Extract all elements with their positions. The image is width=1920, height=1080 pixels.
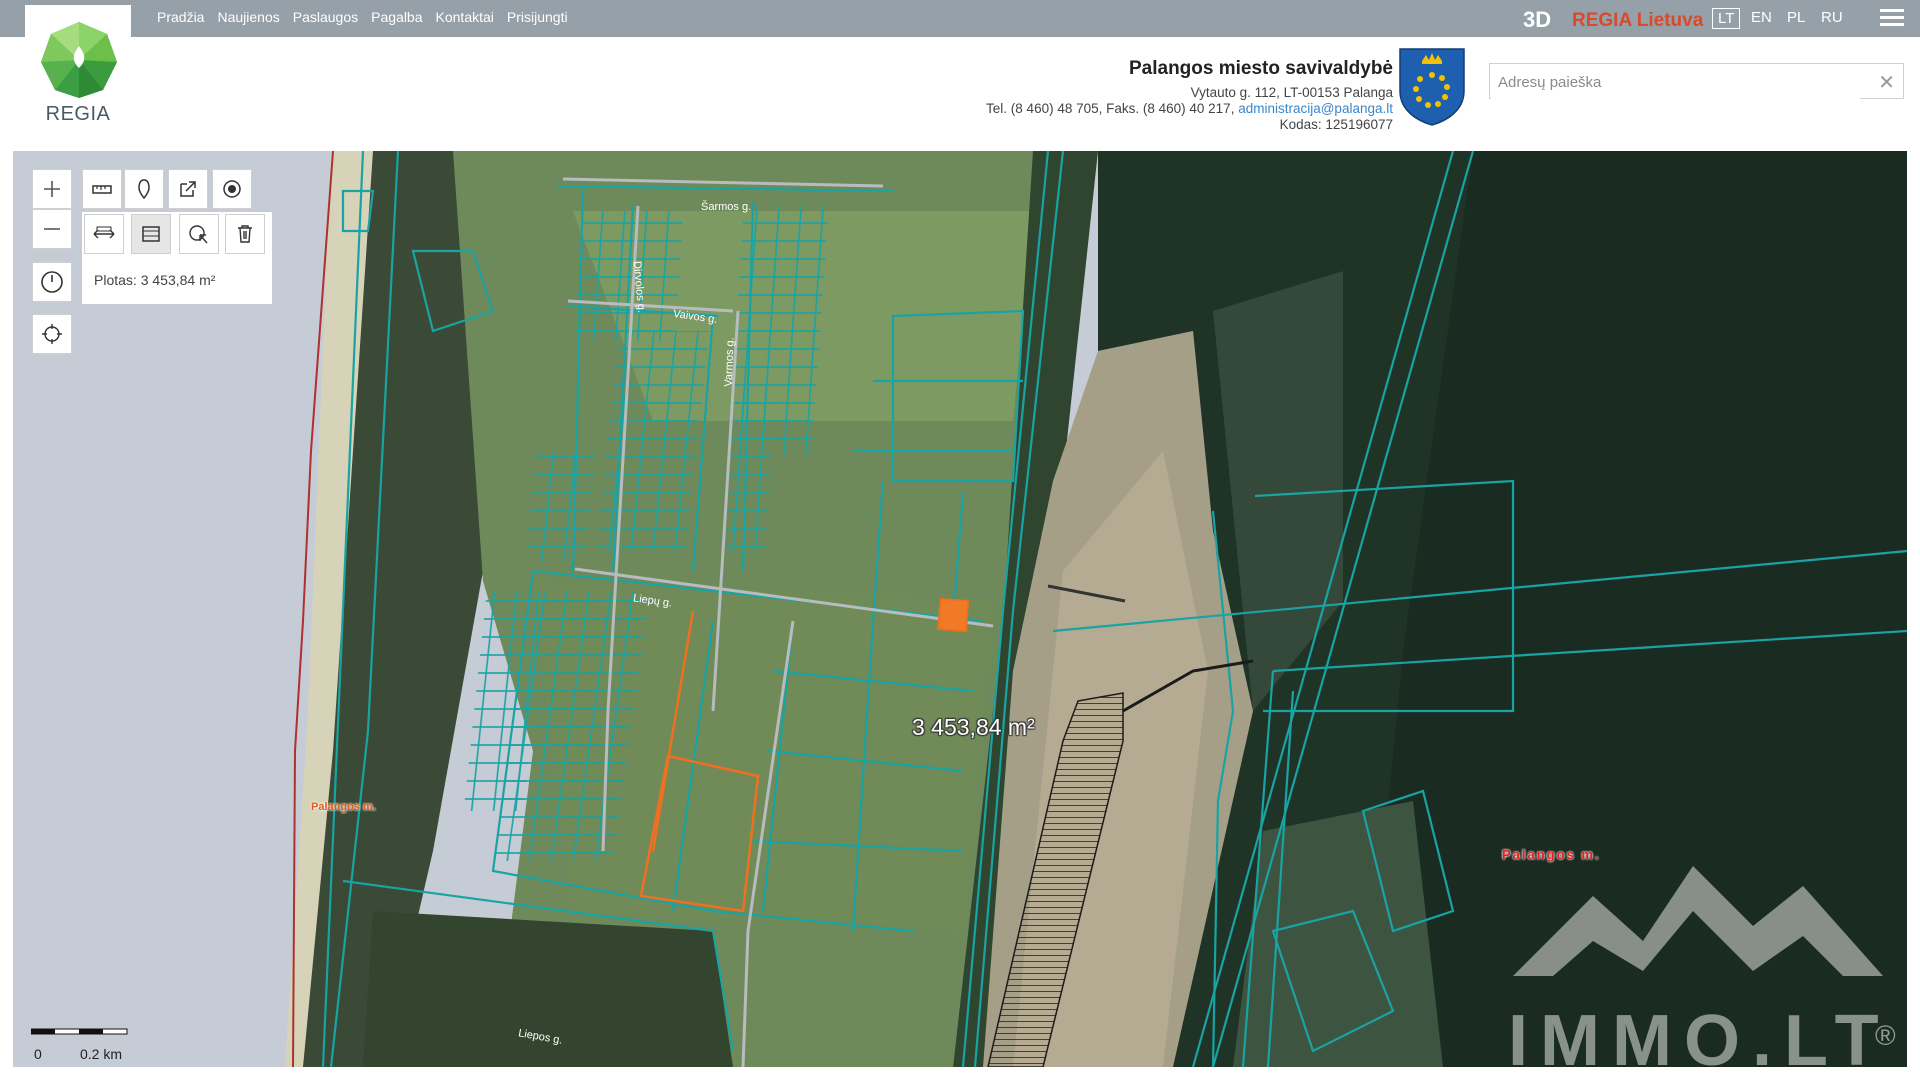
scale-bar	[31, 1028, 128, 1035]
address-search: ✕	[1489, 63, 1904, 99]
org-info: Palangos miesto savivaldybė Vytauto g. 1…	[986, 58, 1393, 133]
clock-icon	[41, 271, 63, 293]
regia-logo[interactable]: REGIA	[25, 5, 131, 125]
org-code: Kodas: 125196077	[1279, 117, 1393, 132]
org-name: Palangos miesto savivaldybė	[1128, 58, 1393, 79]
external-link-icon	[180, 181, 196, 197]
nav-prisijungti[interactable]: Prisijungti	[507, 9, 568, 25]
target-dot-icon	[223, 180, 241, 198]
place-label-palanga: Palangos m.	[1502, 847, 1601, 862]
area-result-text: Plotas: 3 453,84 m²	[94, 272, 216, 288]
share-button[interactable]	[168, 169, 208, 209]
select-measure-button[interactable]	[179, 214, 219, 254]
lang-en[interactable]: EN	[1746, 8, 1777, 27]
hamburger-menu-icon[interactable]	[1880, 9, 1904, 29]
regia-logo-text: REGIA	[45, 103, 111, 125]
trash-icon	[238, 225, 252, 243]
nav-kontaktai[interactable]: Kontaktai	[436, 9, 494, 25]
org-phone: Tel. (8 460) 48 705, Faks. (8 460) 40 21…	[986, 101, 1239, 116]
regia-logo-icon	[41, 22, 117, 98]
plus-icon	[44, 181, 60, 197]
clear-search-icon[interactable]: ✕	[1878, 70, 1895, 95]
map-view[interactable]: Šarmos g. Vaivos g. Dirvolos g. Varmos g…	[13, 151, 1907, 1067]
record-tool-button[interactable]	[212, 169, 252, 209]
nav-pradzia[interactable]: Pradžia	[157, 9, 204, 25]
delete-measure-button[interactable]	[225, 214, 265, 254]
scale-label-end: 0.2 km	[80, 1046, 123, 1062]
zoom-out-button[interactable]	[32, 209, 72, 249]
measure-distance-button[interactable]	[84, 214, 124, 254]
address-search-input[interactable]	[1491, 65, 1860, 99]
globe-cursor-icon	[189, 225, 208, 244]
measurement-area-label: 3 453,84 m²	[912, 714, 1035, 740]
registered-mark: ®	[1875, 1020, 1896, 1051]
place-label-palanga: Palangos m.	[311, 801, 376, 813]
zoom-in-button[interactable]	[32, 169, 72, 209]
history-button[interactable]	[32, 262, 72, 302]
immo-watermark-text: IMMO.LT	[1508, 1001, 1891, 1067]
lang-lt[interactable]: LT	[1712, 8, 1741, 29]
measure-panel: Plotas: 3 453,84 m²	[82, 212, 272, 304]
nav-paslaugos[interactable]: Paslaugos	[293, 9, 358, 25]
street-label: Šarmos g.	[701, 201, 752, 213]
locate-me-button[interactable]	[32, 314, 72, 354]
marker-tool-button[interactable]	[124, 169, 164, 209]
area-icon	[142, 226, 160, 242]
pin-icon	[138, 179, 150, 200]
measure-tool-button[interactable]	[82, 169, 122, 209]
minus-icon	[44, 228, 60, 230]
lang-ru[interactable]: RU	[1816, 8, 1848, 27]
3d-button[interactable]: 3D	[1523, 7, 1551, 33]
nav-naujienos[interactable]: Naujienos	[217, 9, 279, 25]
street-label: Varmos g.	[722, 337, 737, 387]
crosshair-icon	[42, 324, 62, 344]
ruler-icon	[92, 185, 112, 194]
org-address: Vytauto g. 112, LT-00153 Palanga	[1190, 85, 1393, 100]
distance-icon	[93, 226, 115, 239]
immo-watermark-logo-icon	[1513, 866, 1883, 976]
main-nav: Pradžia Naujienos Paslaugos Pagalba Kont…	[157, 9, 568, 25]
measure-area-button[interactable]	[131, 214, 171, 254]
palanga-coat-of-arms-icon	[1399, 48, 1465, 126]
lang-pl[interactable]: PL	[1782, 8, 1810, 27]
top-bar: Pradžia Naujienos Paslaugos Pagalba Kont…	[0, 0, 1920, 37]
regia-lietuva-link[interactable]: REGIA Lietuva	[1572, 10, 1703, 32]
org-email-link[interactable]: administracija@palanga.lt	[1238, 101, 1393, 116]
org-contacts: Tel. (8 460) 48 705, Faks. (8 460) 40 21…	[986, 101, 1393, 117]
nav-pagalba[interactable]: Pagalba	[371, 9, 422, 25]
scale-label-start: 0	[34, 1046, 42, 1062]
